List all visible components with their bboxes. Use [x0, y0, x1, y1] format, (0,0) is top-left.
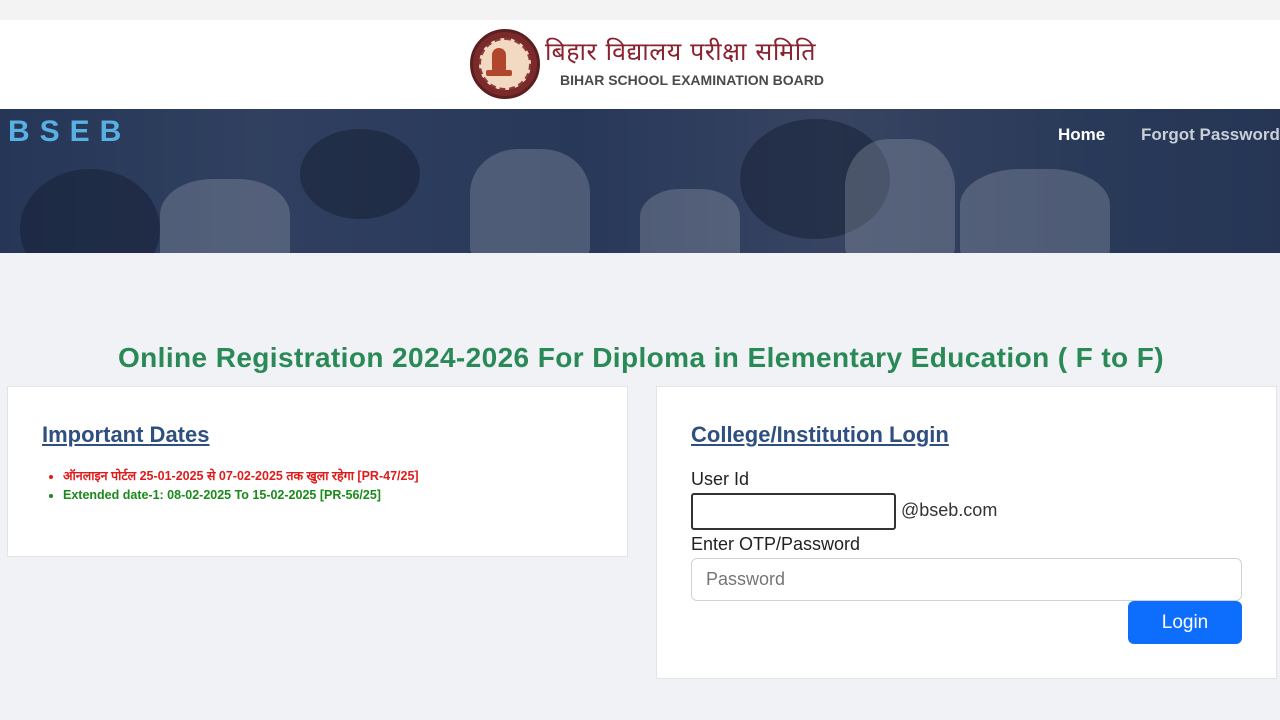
site-header: बिहार विद्यालय परीक्षा समिति BIHAR SCHOO… [0, 20, 1280, 109]
nav-home-link[interactable]: Home [1058, 125, 1105, 145]
page-title: Online Registration 2024-2026 For Diplom… [118, 342, 1164, 373]
important-dates-heading: Important Dates [42, 422, 210, 447]
user-id-input[interactable] [691, 493, 896, 530]
list-item: Extended date-1: 08-02-2025 To 15-02-202… [63, 488, 419, 502]
bseb-emblem-icon [470, 29, 540, 99]
login-card: College/Institution Login User Id @bseb.… [656, 386, 1277, 679]
login-button[interactable]: Login [1128, 601, 1242, 644]
board-title-hindi: बिहार विद्यालय परीक्षा समिति [545, 37, 816, 66]
emblem-figure [492, 48, 506, 72]
login-heading-link[interactable]: College/Institution Login [691, 422, 949, 448]
emblem-base [486, 70, 512, 76]
hero-banner: BSEB Home Forgot Password [0, 109, 1280, 253]
board-title-english: BIHAR SCHOOL EXAMINATION BOARD [560, 72, 824, 88]
brand-logo-text[interactable]: BSEB [8, 115, 131, 149]
nav-forgot-password-link[interactable]: Forgot Password [1141, 125, 1280, 145]
domain-suffix: @bseb.com [901, 500, 998, 520]
user-id-label: User Id [691, 469, 750, 489]
list-item: ऑनलाइन पोर्टल 25-01-2025 से 07-02-2025 त… [63, 467, 419, 484]
top-strip [0, 0, 1280, 20]
important-dates-list: ऑनलाइन पोर्टल 25-01-2025 से 07-02-2025 त… [63, 467, 419, 506]
password-input[interactable] [691, 558, 1242, 601]
password-label: Enter OTP/Password [691, 534, 861, 554]
important-dates-card: Important Dates ऑनलाइन पोर्टल 25-01-2025… [7, 386, 628, 557]
